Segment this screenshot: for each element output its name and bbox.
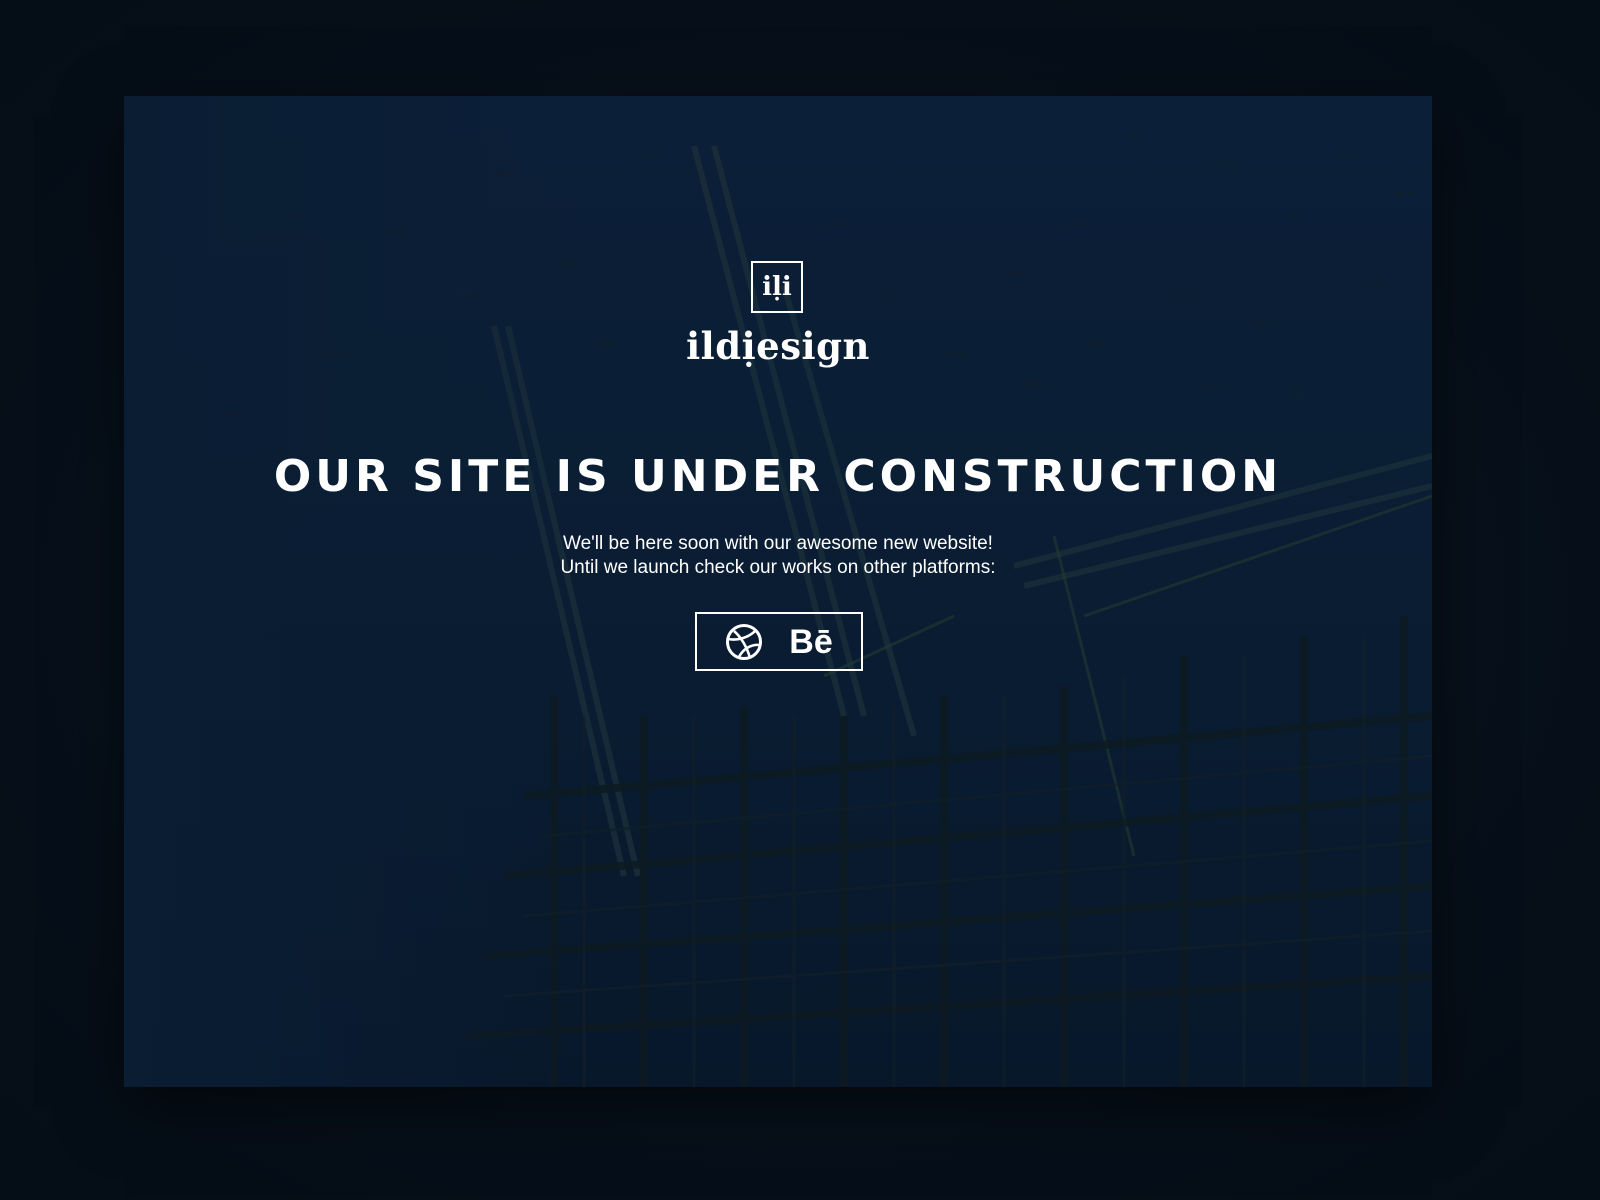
dribbble-icon	[726, 623, 763, 660]
message-line-2: Until we launch check our works on other…	[560, 557, 996, 578]
page-background: iḷi ildịesign OUR SITE IS UNDER CONSTRUC…	[0, 0, 1600, 1200]
dribbble-link[interactable]	[725, 623, 763, 661]
brand-wordmark: ildịesign	[686, 324, 870, 368]
behance-icon: Bē	[789, 622, 833, 661]
behance-link[interactable]: Bē	[789, 622, 832, 662]
construction-card: iḷi ildịesign OUR SITE IS UNDER CONSTRUC…	[124, 96, 1432, 1087]
message-line-1: We'll be here soon with our awesome new …	[563, 533, 993, 554]
platform-links: Bē	[695, 612, 863, 671]
construction-message: We'll be here soon with our awesome new …	[478, 532, 1078, 580]
page-title: OUR SITE IS UNDER CONSTRUCTION	[273, 451, 1283, 502]
construction-background-image	[124, 96, 1432, 1087]
brand-logo-mark: iḷi	[751, 261, 803, 313]
